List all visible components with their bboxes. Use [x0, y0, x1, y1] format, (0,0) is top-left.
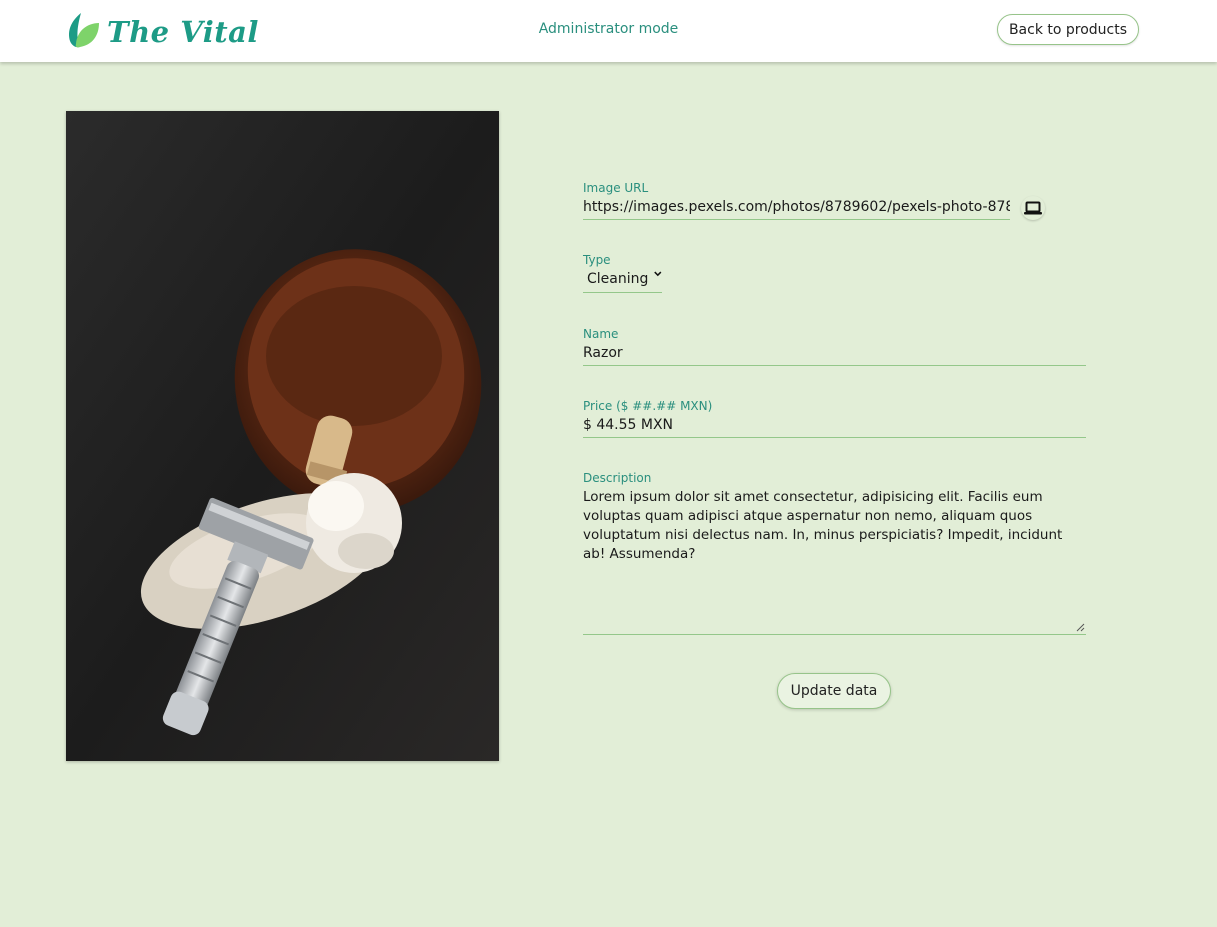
image-url-input[interactable]: https://images.pexels.com/photos/8789602… [583, 198, 1010, 220]
type-selected-value: Cleaning [587, 271, 649, 287]
description-label: Description [583, 471, 652, 485]
type-field: Type Cleaning [583, 253, 662, 293]
description-field: Description Lorem ipsum dolor sit amet c… [583, 471, 1086, 635]
price-field: Price ($ ##.## MXN) $ 44.55 MXN [583, 399, 1086, 438]
image-url-field: Image URL https://images.pexels.com/phot… [583, 181, 1010, 220]
image-url-label: Image URL [583, 181, 649, 195]
price-label: Price ($ ##.## MXN) [583, 399, 713, 413]
type-select[interactable]: Cleaning [583, 270, 662, 293]
name-field: Name Razor [583, 327, 1086, 366]
type-label: Type [583, 253, 611, 267]
update-data-button[interactable]: Update data [777, 673, 891, 709]
laptop-icon [1024, 201, 1042, 215]
resize-handle-icon[interactable] [1076, 623, 1085, 632]
top-navbar: The Vital Administrator mode Back to pro… [0, 0, 1217, 62]
name-input[interactable]: Razor [583, 344, 1086, 366]
preview-image-button[interactable] [1021, 196, 1045, 220]
back-to-products-button[interactable]: Back to products [997, 14, 1139, 45]
product-image [66, 111, 499, 761]
description-text: Lorem ipsum dolor sit amet consectetur, … [583, 489, 1063, 562]
chevron-down-icon [654, 271, 662, 277]
name-label: Name [583, 327, 619, 341]
price-input[interactable]: $ 44.55 MXN [583, 416, 1086, 438]
description-textarea[interactable]: Lorem ipsum dolor sit amet consectetur, … [583, 488, 1086, 635]
